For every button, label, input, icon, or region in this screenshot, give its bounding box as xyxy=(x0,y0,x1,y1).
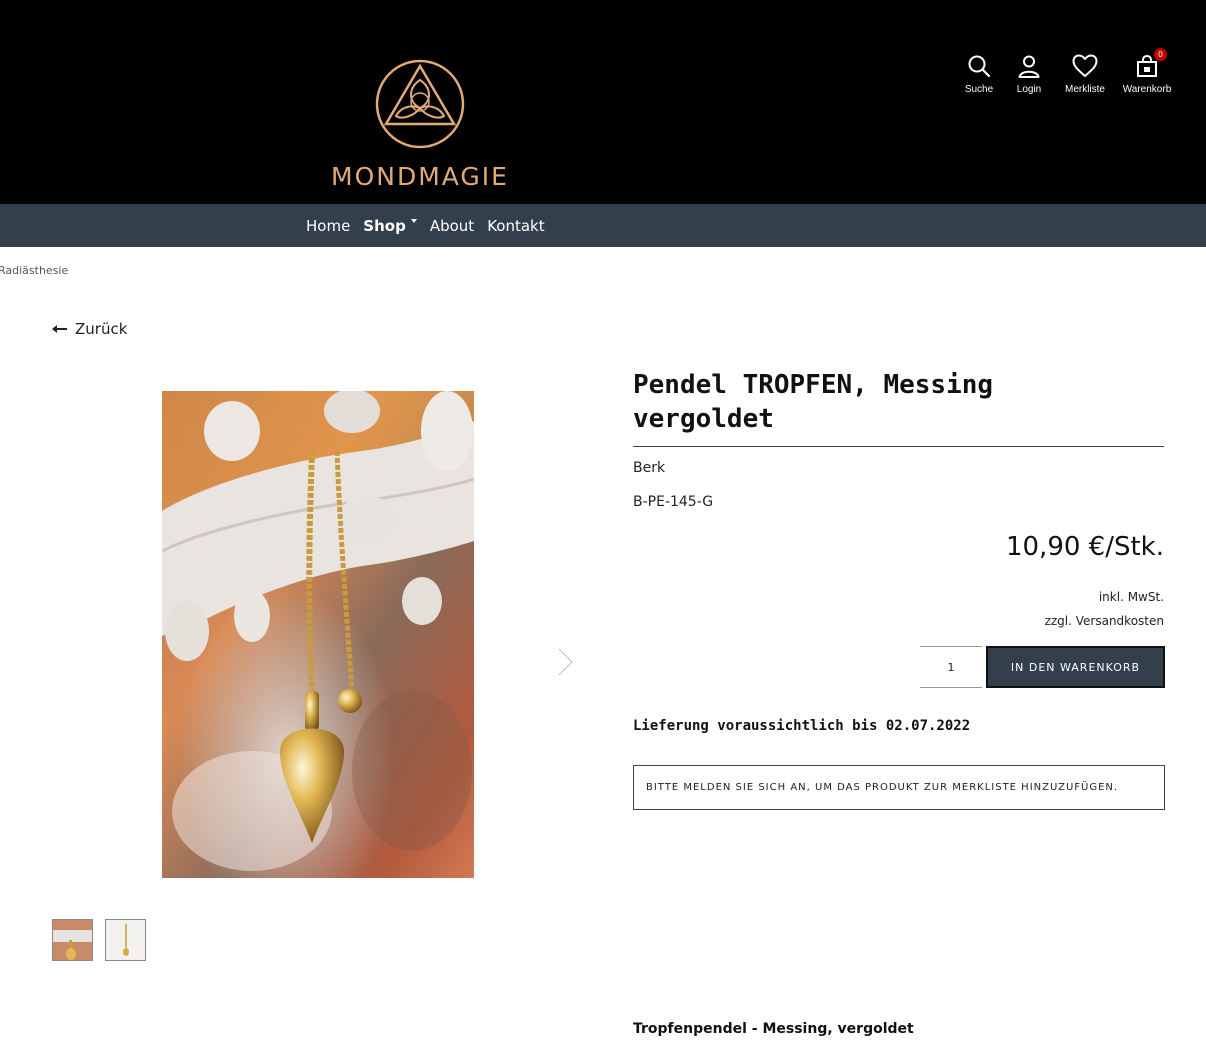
nav-item-shop[interactable]: Shop xyxy=(363,217,417,235)
nav-menu: Home Shop About Kontakt xyxy=(306,204,558,247)
nav-item-kontakt[interactable]: Kontakt xyxy=(487,217,544,235)
wishlist-login-notice-text: BITTE MELDEN SIE SICH AN, UM DAS PRODUKT… xyxy=(646,782,1119,793)
product-sku: B-PE-145-G xyxy=(633,494,714,510)
caret-down-icon xyxy=(410,219,417,223)
title-divider xyxy=(633,446,1164,447)
nav-item-about[interactable]: About xyxy=(430,217,474,235)
add-to-cart-button[interactable]: IN DEN WARENKORB xyxy=(986,646,1165,688)
search-icon xyxy=(966,52,992,80)
cart-count-badge: 0 xyxy=(1154,48,1167,61)
nav-item-home[interactable]: Home xyxy=(306,217,350,235)
product-title: Pendel TROPFEN, Messing vergoldet xyxy=(633,370,994,434)
breadcrumb[interactable]: Radiästhesie xyxy=(0,264,68,277)
login-button[interactable]: Login xyxy=(1004,52,1054,104)
shipping-note[interactable]: zzgl. Versandkosten xyxy=(1045,614,1164,628)
header-actions: Suche Login Merkliste 0 Warenkorb xyxy=(954,48,1178,104)
heart-icon xyxy=(1072,52,1098,80)
product-manufacturer: Berk xyxy=(633,460,666,476)
back-link[interactable]: Zurück xyxy=(52,320,127,338)
thumbnail-1[interactable] xyxy=(52,919,93,961)
product-image[interactable] xyxy=(162,391,474,878)
wishlist-button[interactable]: Merkliste xyxy=(1054,52,1116,104)
site-logo[interactable]: MONDMAGIE xyxy=(318,52,522,198)
back-label: Zurück xyxy=(75,320,128,338)
user-icon xyxy=(1016,52,1042,80)
chevron-right-icon xyxy=(557,647,574,677)
product-price: 10,90 €/Stk. xyxy=(1005,532,1164,562)
triquetra-logo-icon xyxy=(375,59,465,149)
thumbnail-2[interactable] xyxy=(105,919,146,961)
search-button[interactable]: Suche xyxy=(954,52,1004,104)
image-next-arrow[interactable] xyxy=(552,645,578,679)
logo-text: MONDMAGIE xyxy=(331,162,509,191)
nav-item-shop-label: Shop xyxy=(363,216,406,235)
arrow-left-icon xyxy=(52,320,67,338)
main-navigation: Home Shop About Kontakt xyxy=(0,204,1206,247)
cart-label: Warenkorb xyxy=(1122,84,1172,95)
quantity-input[interactable] xyxy=(920,646,982,688)
wishlist-label: Merkliste xyxy=(1064,84,1105,95)
delivery-estimate: Lieferung voraussichtlich bis 02.07.2022 xyxy=(633,718,971,734)
search-label: Suche xyxy=(964,84,994,95)
login-label: Login xyxy=(1016,84,1042,95)
wishlist-login-notice[interactable]: BITTE MELDEN SIE SICH AN, UM DAS PRODUKT… xyxy=(633,765,1165,810)
tax-note: inkl. MwSt. xyxy=(1098,590,1164,604)
cart-button[interactable]: 0 Warenkorb xyxy=(1116,48,1178,104)
description-heading: Tropfenpendel - Messing, vergoldet xyxy=(633,1021,914,1037)
shopping-bag-icon: 0 xyxy=(1134,48,1167,80)
site-header: MONDMAGIE Suche Login Merkliste 0 Warenk… xyxy=(0,0,1206,204)
